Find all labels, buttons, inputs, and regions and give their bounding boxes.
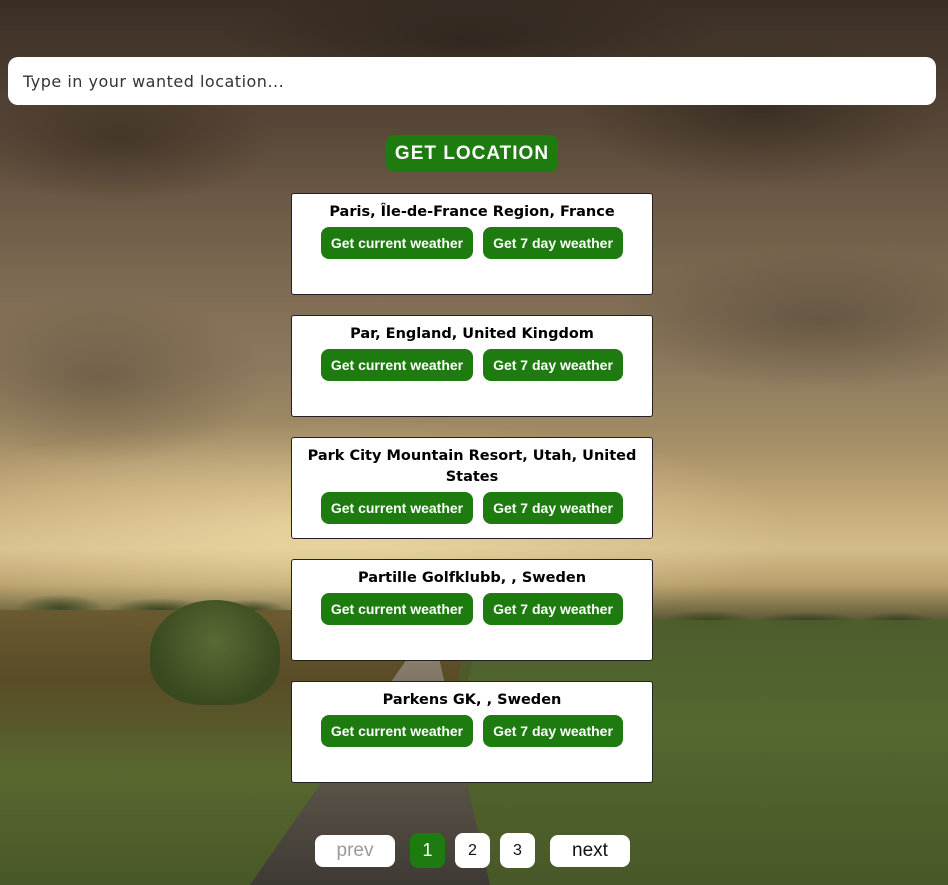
card-actions: Get current weather Get 7 day weather (302, 715, 642, 747)
location-card: Park City Mountain Resort, Utah, United … (291, 437, 653, 539)
get-current-weather-button[interactable]: Get current weather (321, 715, 473, 747)
location-name: Partille Golfklubb, , Sweden (357, 570, 587, 586)
location-results-list: Paris, Île-de-France Region, France Get … (291, 193, 653, 803)
location-card: Paris, Île-de-France Region, France Get … (291, 193, 653, 295)
card-actions: Get current weather Get 7 day weather (302, 227, 642, 259)
pagination-page-2[interactable]: 2 (455, 833, 490, 868)
location-card: Parkens GK, , Sweden Get current weather… (291, 681, 653, 783)
get-7-day-weather-button[interactable]: Get 7 day weather (483, 715, 623, 747)
get-current-weather-button[interactable]: Get current weather (321, 227, 473, 259)
location-search-input[interactable] (8, 57, 936, 105)
pagination-prev-button[interactable]: prev (315, 835, 395, 867)
pagination-page-1[interactable]: 1 (410, 833, 445, 868)
card-actions: Get current weather Get 7 day weather (302, 349, 642, 381)
background-bush (150, 600, 280, 705)
card-actions: Get current weather Get 7 day weather (302, 492, 642, 524)
location-name: Park City Mountain Resort, Utah, United … (307, 448, 637, 485)
get-current-weather-button[interactable]: Get current weather (321, 492, 473, 524)
pagination-next-button[interactable]: next (550, 835, 630, 867)
get-7-day-weather-button[interactable]: Get 7 day weather (483, 227, 623, 259)
card-actions: Get current weather Get 7 day weather (302, 593, 642, 625)
get-current-weather-button[interactable]: Get current weather (321, 593, 473, 625)
location-name: Par, England, United Kingdom (350, 326, 594, 342)
location-name: Paris, Île-de-France Region, France (329, 204, 615, 220)
location-card: Par, England, United Kingdom Get current… (291, 315, 653, 417)
location-name: Parkens GK, , Sweden (382, 692, 562, 708)
get-7-day-weather-button[interactable]: Get 7 day weather (483, 492, 623, 524)
get-location-button[interactable]: GET LOCATION (386, 135, 558, 172)
pagination-page-3[interactable]: 3 (500, 833, 535, 868)
get-7-day-weather-button[interactable]: Get 7 day weather (483, 349, 623, 381)
get-7-day-weather-button[interactable]: Get 7 day weather (483, 593, 623, 625)
get-current-weather-button[interactable]: Get current weather (321, 349, 473, 381)
location-card: Partille Golfklubb, , Sweden Get current… (291, 559, 653, 661)
